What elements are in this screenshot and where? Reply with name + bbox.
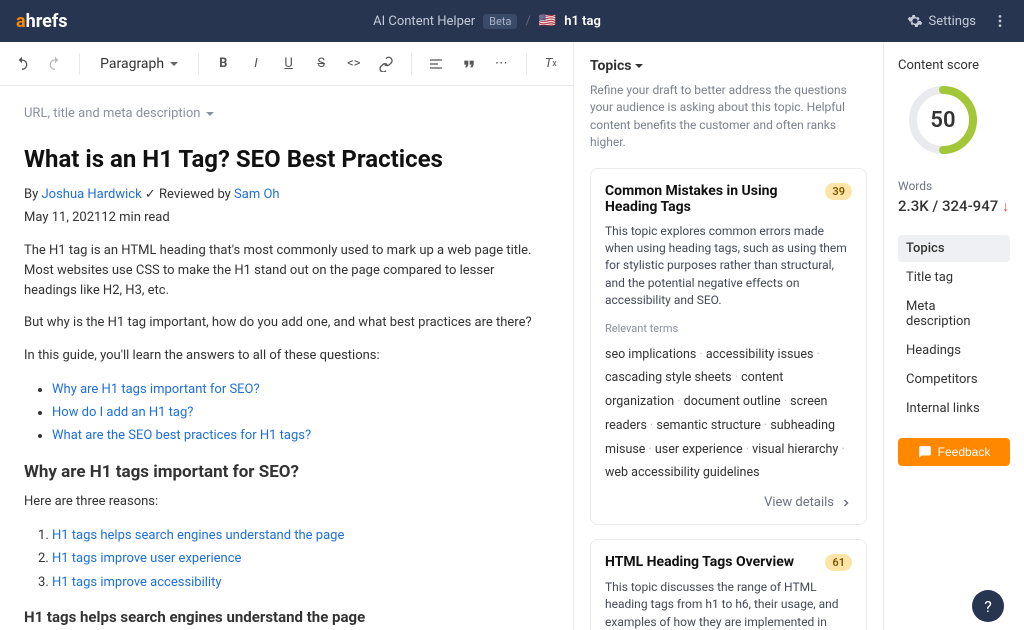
doc-h2: Why are H1 tags important for SEO? [24, 462, 549, 482]
doc-h1: What is an H1 Tag? SEO Best Practices [24, 145, 549, 173]
breadcrumb: AI Content Helper Beta / 🇺🇸 h1 tag [68, 13, 907, 29]
reasons-list: H1 tags helps search engines understand … [52, 524, 549, 594]
beta-badge: Beta [483, 14, 517, 29]
flag-icon: 🇺🇸 [539, 13, 556, 29]
score-label: Content score [898, 58, 1010, 73]
undo-button[interactable] [8, 48, 37, 80]
topic-title: Common Mistakes in Using Heading Tags [605, 183, 815, 215]
author-link[interactable]: Joshua Hardwick [41, 187, 141, 202]
chevron-right-icon [840, 497, 852, 509]
breadcrumb-sep: / [525, 14, 530, 29]
score-tab-meta-description[interactable]: Meta description [898, 293, 1010, 335]
words-value: 2.3K / 324-947↓ [898, 197, 1010, 215]
toc-link[interactable]: How do I add an H1 tag? [52, 405, 193, 420]
paragraph-dropdown[interactable]: Paragraph [90, 56, 188, 72]
topic-desc: This topic explores common errors made w… [605, 223, 852, 310]
clear-format-button[interactable]: Tx [536, 48, 565, 80]
strike-button[interactable]: S [307, 48, 336, 80]
byline: By Joshua Hardwick ✓ Reviewed by Sam Oh [24, 187, 549, 202]
link-button[interactable] [372, 48, 401, 80]
doc-h3: H1 tags helps search engines understand … [24, 608, 549, 626]
product-name: AI Content Helper [373, 14, 475, 29]
score-column: Content score 50 Words 2.3K / 324-947↓ T… [884, 42, 1024, 630]
doc-paragraph: In this guide, you'll learn the answers … [24, 346, 549, 366]
chat-icon [918, 445, 932, 459]
underline-button[interactable]: U [274, 48, 303, 80]
feedback-button[interactable]: Feedback [898, 438, 1010, 466]
score-tab-internal-links[interactable]: Internal links [898, 395, 1010, 422]
bold-button[interactable]: B [209, 48, 238, 80]
breadcrumb-current: h1 tag [564, 14, 601, 29]
app-header: ahrefs AI Content Helper Beta / 🇺🇸 h1 ta… [0, 0, 1024, 42]
topics-column: Topics Refine your draft to better addre… [574, 42, 884, 630]
score-ring: 50 [908, 85, 978, 155]
reason-link[interactable]: H1 tags improve accessibility [52, 575, 222, 590]
relevant-terms-label: Relevant terms [605, 322, 852, 335]
toc-link[interactable]: What are the SEO best practices for H1 t… [52, 428, 311, 443]
reason-link[interactable]: H1 tags improve user experience [52, 551, 241, 566]
score-tab-headings[interactable]: Headings [898, 337, 1010, 364]
align-button[interactable] [422, 48, 451, 80]
topic-card: HTML Heading Tags Overview 61 This topic … [590, 539, 867, 630]
score-tab-title-tag[interactable]: Title tag [898, 264, 1010, 291]
topic-desc: This topic discusses the range of HTML h… [605, 579, 852, 630]
settings-label: Settings [929, 14, 976, 29]
topics-dropdown[interactable]: Topics [590, 58, 867, 74]
doc-paragraph: The H1 tag is an HTML heading that's mos… [24, 241, 549, 301]
topics-help-text: Refine your draft to better address the … [590, 82, 867, 152]
reason-link[interactable]: H1 tags helps search engines understand … [52, 528, 344, 543]
settings-button[interactable]: Settings [907, 13, 976, 29]
more-format-button[interactable]: ⋯ [487, 48, 516, 80]
help-fab[interactable]: ? [972, 590, 1004, 622]
editor-body[interactable]: URL, title and meta description What is … [0, 86, 573, 630]
toc-link[interactable]: Why are H1 tags important for SEO? [52, 382, 260, 397]
toc-list: Why are H1 tags important for SEO? How d… [52, 378, 549, 448]
score-tab-topics[interactable]: Topics [898, 235, 1010, 262]
score-tab-competitors[interactable]: Competitors [898, 366, 1010, 393]
doc-paragraph: But why is the H1 tag important, how do … [24, 313, 549, 333]
quote-button[interactable] [454, 48, 483, 80]
editor-column: Paragraph B I U S <> ⋯ Tx URL, title and… [0, 42, 574, 630]
words-label: Words [898, 179, 1010, 193]
more-icon[interactable] [992, 13, 1008, 29]
reviewer-link[interactable]: Sam Oh [234, 187, 280, 202]
topic-card: Common Mistakes in Using Heading Tags39 … [590, 168, 867, 525]
view-details-button[interactable]: View details [605, 495, 852, 510]
down-arrow-icon: ↓ [1002, 198, 1009, 215]
code-button[interactable]: <> [340, 48, 369, 80]
doc-date: May 11, 202112 min read [24, 210, 549, 225]
editor-toolbar: Paragraph B I U S <> ⋯ Tx [0, 42, 573, 86]
logo[interactable]: ahrefs [16, 11, 68, 32]
italic-button[interactable]: I [242, 48, 271, 80]
score-tabs: TopicsTitle tagMeta descriptionHeadingsC… [898, 235, 1010, 422]
topic-badge: 39 [825, 183, 852, 200]
topic-title: HTML Heading Tags Overview [605, 554, 794, 570]
meta-toggle[interactable]: URL, title and meta description [24, 106, 549, 121]
score-value: 50 [908, 85, 978, 155]
terms-list: seo implicationsaccessibility issuescasc… [605, 343, 852, 486]
topic-badge: 61 [825, 554, 852, 571]
doc-paragraph: Here are three reasons: [24, 492, 549, 512]
redo-button[interactable] [41, 48, 70, 80]
gear-icon [907, 13, 923, 29]
